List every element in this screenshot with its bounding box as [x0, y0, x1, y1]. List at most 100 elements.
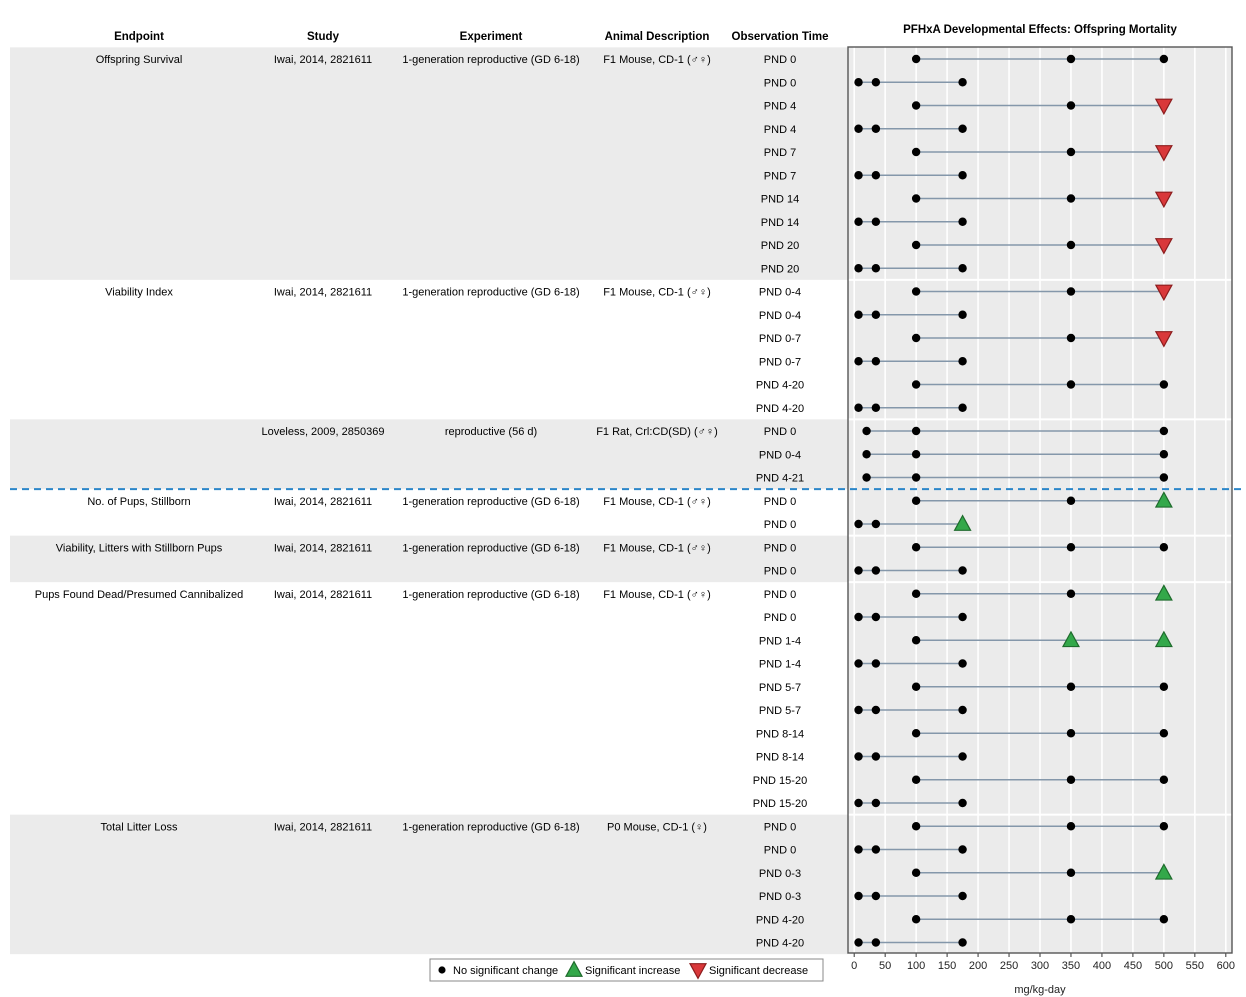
no-change-marker: [1066, 682, 1076, 691]
no-change-marker: [854, 357, 863, 366]
observation-time-label: PND 0: [764, 612, 796, 624]
observation-time-label: PND 0-3: [759, 891, 801, 903]
no-change-marker: [1066, 380, 1076, 389]
observation-time-label: PND 14: [761, 194, 800, 206]
observation-time-label: PND 0-7: [759, 333, 801, 345]
no-change-marker: [1066, 101, 1076, 110]
no-change-marker: [958, 705, 967, 715]
study-label: Iwai, 2014, 2821611: [274, 496, 372, 508]
observation-time-label: PND 20: [761, 240, 800, 252]
no-change-marker: [911, 287, 921, 296]
row-band: [10, 419, 848, 490]
no-change-marker: [911, 101, 921, 110]
no-change-marker: [958, 310, 967, 319]
no-change-marker: [911, 473, 921, 482]
animal-description-label: F1 Mouse, CD-1 (♂♀): [603, 542, 711, 554]
no-change-marker: [958, 403, 967, 412]
no-change-marker: [1159, 426, 1169, 436]
no-change-marker: [958, 78, 967, 87]
no-change-marker: [854, 403, 863, 412]
no-change-marker: [1066, 729, 1076, 738]
observation-time-label: PND 0-4: [759, 287, 801, 299]
observation-time-label: PND 4-20: [756, 914, 804, 926]
no-change-marker: [1159, 729, 1169, 738]
no-change-marker: [871, 798, 881, 808]
no-change-marker: [854, 519, 863, 529]
observation-time-label: PND 0: [764, 821, 796, 833]
no-change-marker: [871, 752, 881, 761]
observation-time-label: PND 0: [764, 566, 796, 578]
animal-description-label: F1 Mouse, CD-1 (♂♀): [603, 54, 711, 66]
no-change-marker: [911, 450, 921, 459]
observation-time-label: PND 4-20: [756, 380, 804, 392]
no-change-marker: [1159, 450, 1169, 459]
no-change-marker: [911, 333, 921, 343]
study-label: Iwai, 2014, 2821611: [274, 54, 372, 66]
no-change-marker: [958, 938, 967, 947]
observation-time-label: PND 4: [764, 124, 796, 136]
endpoint-label: Viability Index: [105, 287, 173, 299]
no-change-marker: [1066, 147, 1076, 157]
observation-time-label: PND 4-20: [756, 938, 804, 950]
no-change-marker: [862, 473, 871, 482]
endpoint-label: Viability, Litters with Stillborn Pups: [56, 542, 223, 554]
no-change-marker: [871, 938, 881, 947]
no-change-marker: [958, 752, 967, 761]
observation-time-label: PND 15-20: [753, 775, 807, 787]
no-change-marker: [1159, 54, 1169, 64]
animal-description-label: F1 Mouse, CD-1 (♂♀): [603, 589, 711, 601]
no-change-marker: [1159, 682, 1169, 691]
no-change-marker: [854, 171, 863, 180]
animal-description-label: P0 Mouse, CD-1 (♀): [607, 821, 707, 833]
no-change-marker: [1159, 543, 1169, 552]
x-tick-label: 450: [1124, 960, 1142, 972]
no-change-marker: [911, 822, 921, 831]
experiment-label: 1-generation reproductive (GD 6-18): [402, 542, 579, 554]
study-label: Iwai, 2014, 2821611: [274, 542, 372, 554]
observation-time-label: PND 4-21: [756, 473, 804, 485]
no-change-marker: [871, 78, 881, 87]
no-change-marker: [871, 403, 881, 412]
observation-time-label: PND 0-3: [759, 868, 801, 880]
no-change-marker: [911, 194, 921, 203]
no-change-marker: [1159, 915, 1169, 924]
no-change-marker: [911, 240, 921, 250]
x-axis-label: mg/kg-day: [1014, 984, 1066, 996]
column-header: Observation Time: [732, 31, 829, 43]
no-change-marker: [854, 264, 863, 273]
no-change-marker: [958, 798, 967, 808]
study-label: Loveless, 2009, 2850369: [262, 426, 385, 438]
animal-description-label: F1 Rat, Crl:CD(SD) (♂♀): [596, 426, 718, 438]
observation-time-label: PND 1-4: [759, 635, 801, 647]
no-change-marker: [958, 566, 967, 575]
no-change-marker: [854, 798, 863, 808]
endpoint-label: Pups Found Dead/Presumed Cannibalized: [35, 589, 244, 601]
no-change-marker: [871, 264, 881, 273]
study-label: Iwai, 2014, 2821611: [274, 821, 372, 833]
legend-no-change-symbol: [438, 966, 446, 974]
observation-time-label: PND 0: [764, 496, 796, 508]
animal-description-label: F1 Mouse, CD-1 (♂♀): [603, 287, 711, 299]
row-band: [10, 47, 848, 280]
no-change-marker: [1066, 589, 1076, 598]
x-tick-label: 0: [851, 960, 857, 972]
no-change-marker: [854, 124, 863, 133]
no-change-marker: [958, 612, 967, 622]
no-change-marker: [854, 612, 863, 622]
legend-entry-label: Significant increase: [585, 965, 680, 977]
no-change-marker: [958, 264, 967, 273]
no-change-marker: [871, 519, 881, 529]
no-change-marker: [1066, 287, 1076, 296]
no-change-marker: [1066, 54, 1076, 64]
no-change-marker: [1159, 380, 1169, 389]
no-change-marker: [911, 380, 921, 389]
no-change-marker: [911, 915, 921, 924]
no-change-marker: [1066, 194, 1076, 203]
x-tick-label: 50: [879, 960, 891, 972]
no-change-marker: [1066, 240, 1076, 250]
no-change-marker: [1066, 496, 1076, 505]
column-header: Endpoint: [114, 31, 164, 43]
no-change-marker: [1066, 915, 1076, 924]
no-change-marker: [854, 845, 863, 854]
no-change-marker: [1159, 473, 1169, 482]
